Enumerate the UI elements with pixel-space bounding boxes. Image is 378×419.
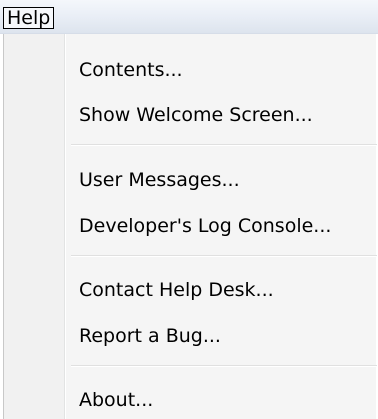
gutter-divider-highlight xyxy=(65,34,66,419)
menu-icon-gutter xyxy=(4,34,64,419)
menu-item-developers-log-console[interactable]: Developer's Log Console... xyxy=(79,214,331,238)
menu-item-contact-help-desk[interactable]: Contact Help Desk... xyxy=(79,278,274,302)
menu-item-about[interactable]: About... xyxy=(79,388,153,412)
help-menu[interactable]: Help xyxy=(3,7,55,29)
menu-item-report-a-bug[interactable]: Report a Bug... xyxy=(79,324,221,348)
menu-separator xyxy=(71,144,377,146)
menu-item-show-welcome-screen[interactable]: Show Welcome Screen... xyxy=(79,103,313,127)
menu-separator xyxy=(71,255,377,257)
menu-separator xyxy=(71,365,377,367)
menu-item-user-messages[interactable]: User Messages... xyxy=(79,168,240,192)
menu-bar: Help xyxy=(0,0,378,34)
menu-item-contents[interactable]: Contents... xyxy=(79,58,183,82)
help-dropdown-menu: Contents... Show Welcome Screen... User … xyxy=(3,34,377,419)
